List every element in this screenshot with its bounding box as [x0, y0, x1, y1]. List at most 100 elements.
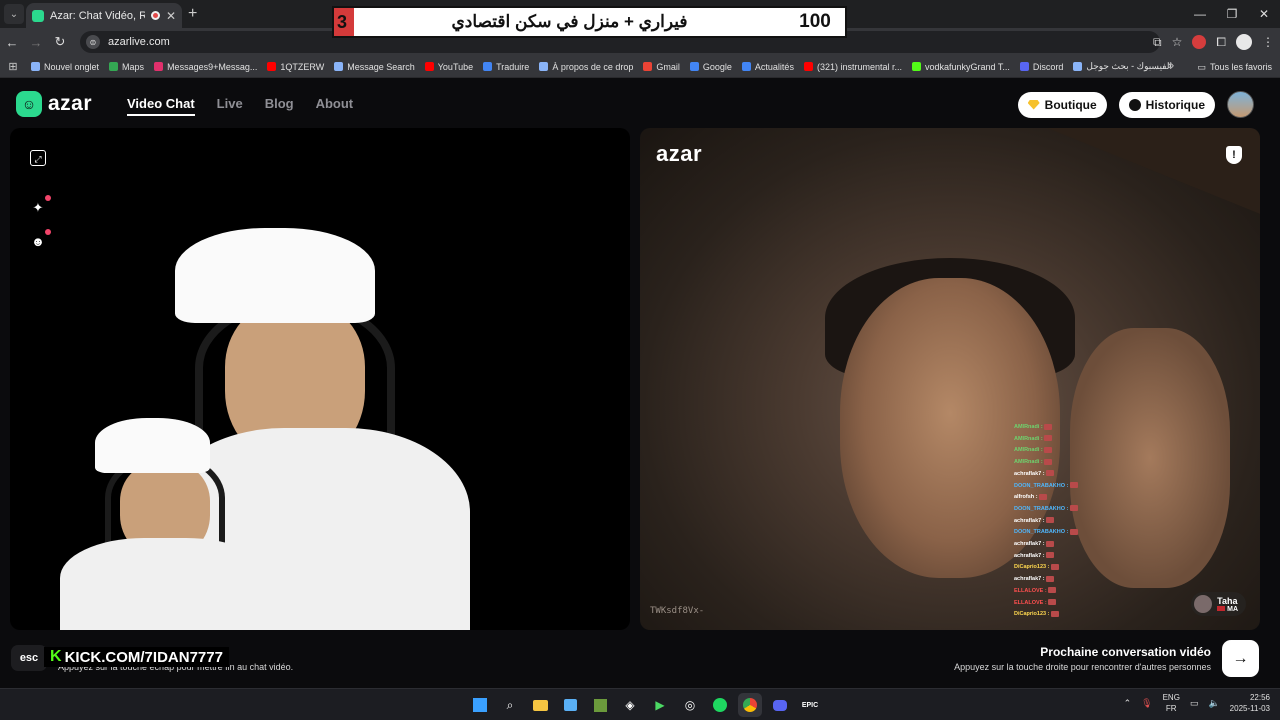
- start-windows-icon[interactable]: [468, 693, 492, 717]
- azar-logo[interactable]: ☺ azar: [16, 91, 92, 117]
- browser-tab-azar[interactable]: Azar: Chat Vidéo, Rencontr... ✕: [26, 3, 182, 28]
- volume-icon[interactable]: 🔈: [1208, 698, 1219, 709]
- extension-icon[interactable]: [1192, 35, 1207, 49]
- network-icon[interactable]: ▭: [1190, 698, 1199, 709]
- minimize-button[interactable]: —: [1184, 0, 1216, 28]
- capcut-icon[interactable]: ◈: [618, 693, 642, 717]
- peer-avatar: [1194, 595, 1213, 613]
- bookmark-favicon-icon: [689, 62, 699, 71]
- bookmark-favicon-icon: [483, 62, 493, 71]
- kick-banner-text: KICK.COM/7IDAN7777: [64, 648, 223, 666]
- discord-icon[interactable]: [768, 693, 792, 717]
- menu-kebab-icon[interactable]: ⋮: [1262, 35, 1274, 49]
- play-store-icon[interactable]: ▶: [648, 693, 672, 717]
- bookmark-label: À propos de ce drop: [552, 61, 634, 72]
- bookmark-item[interactable]: Nouvel onglet: [26, 61, 104, 72]
- microphone-icon[interactable]: 🎙: [1141, 698, 1152, 709]
- bookmark-item[interactable]: vodkafunkyGrand T...: [907, 61, 1015, 72]
- chat-message: DOON_TRABAKHO :: [1014, 504, 1134, 516]
- search-icon[interactable]: ⌕: [498, 693, 522, 717]
- report-icon[interactable]: !: [1226, 146, 1242, 164]
- nav-blog[interactable]: Blog: [265, 96, 294, 116]
- cast-icon[interactable]: ⧉: [1153, 35, 1162, 50]
- bookmark-item[interactable]: Actualités: [737, 61, 799, 72]
- extensions-puzzle-icon[interactable]: ⧠: [1216, 35, 1226, 50]
- bookmark-item[interactable]: Messages9+Messag...: [149, 61, 262, 72]
- chrome-icon[interactable]: [738, 693, 762, 717]
- chat-message: DiCaprio123 :: [1014, 609, 1134, 621]
- shop-button[interactable]: Boutique: [1017, 91, 1107, 118]
- language-indicator[interactable]: ENG FR: [1163, 692, 1180, 714]
- bookmark-label: YouTube: [437, 61, 474, 72]
- restore-button[interactable]: ❐: [1216, 0, 1248, 28]
- tab-title: Azar: Chat Vidéo, Rencontr...: [50, 9, 145, 22]
- small-streamer-chef-hat: [95, 418, 210, 473]
- chat-message: AMIRnadi :: [1014, 457, 1134, 469]
- effects-sparkle-icon[interactable]: ✦: [30, 195, 51, 216]
- site-info-icon[interactable]: ⊜: [86, 35, 100, 49]
- clock[interactable]: 22:56 2025-11-03: [1230, 692, 1270, 714]
- overlay-text: فيراري + منزل في سكن اقتصادي: [451, 12, 688, 31]
- chat-message: achraflak7 :: [1014, 516, 1134, 528]
- chat-message: achraflak7 :: [1014, 469, 1134, 481]
- bookmark-item[interactable]: Maps: [104, 61, 149, 72]
- history-button[interactable]: Historique: [1118, 91, 1215, 118]
- bookmark-item[interactable]: YouTube: [420, 61, 478, 72]
- bookmark-item[interactable]: Traduire: [478, 61, 534, 72]
- bookmark-item[interactable]: الفيسبوك - بحث جوجل: [1068, 61, 1177, 72]
- nav-about[interactable]: About: [316, 96, 354, 116]
- chat-message: AMIRnadi :: [1014, 422, 1134, 434]
- chat-emote-icon: [1044, 435, 1053, 442]
- bookmark-item[interactable]: (321) instrumental r...: [799, 61, 907, 72]
- chat-username: achraflak7 :: [1014, 517, 1045, 524]
- all-bookmarks-button[interactable]: ▭ Tous les favoris: [1197, 56, 1272, 78]
- nav-live[interactable]: Live: [217, 96, 243, 116]
- bookmark-item[interactable]: Gmail: [638, 61, 685, 72]
- close-tab-icon[interactable]: ✕: [166, 9, 176, 23]
- expand-icon[interactable]: ⤢: [30, 150, 46, 166]
- file-explorer-icon[interactable]: [528, 693, 552, 717]
- store-icon[interactable]: [558, 693, 582, 717]
- epic-games-icon[interactable]: EPIC: [798, 693, 822, 717]
- chat-emote-icon: [1046, 517, 1055, 524]
- bookmark-item[interactable]: Google: [685, 61, 737, 72]
- profile-icon[interactable]: [1236, 34, 1252, 50]
- chat-message: alfrofsh :: [1014, 492, 1134, 504]
- chat-emote-icon: [1046, 575, 1055, 582]
- kick-logo-icon: K: [50, 648, 62, 665]
- bookmark-favicon-icon: [741, 62, 751, 71]
- forward-button[interactable]: →: [24, 35, 48, 50]
- nav-video-chat[interactable]: Video Chat: [127, 96, 195, 116]
- tray-overflow-icon[interactable]: ⌃: [1124, 698, 1132, 709]
- chat-emote-icon: [1048, 587, 1057, 594]
- bookmark-label: Message Search: [347, 61, 415, 72]
- bookmark-item[interactable]: Discord: [1015, 61, 1069, 72]
- bookmark-item[interactable]: Message Search: [329, 61, 420, 72]
- reload-button[interactable]: ↻: [48, 34, 72, 50]
- bookmark-star-icon[interactable]: ☆: [1172, 35, 1183, 49]
- back-button[interactable]: ←: [0, 35, 24, 50]
- user-avatar[interactable]: [1227, 91, 1254, 118]
- bookmarks-overflow-icon[interactable]: »: [1168, 60, 1174, 72]
- close-window-button[interactable]: ✕: [1248, 0, 1280, 28]
- esc-key-button[interactable]: esc: [11, 645, 47, 671]
- next-conversation-button[interactable]: →: [1222, 640, 1259, 677]
- bookmark-item[interactable]: À propos de ce drop: [534, 61, 638, 72]
- peer-info-badge[interactable]: Taha MA: [1191, 592, 1246, 616]
- chat-username: alfrofsh :: [1014, 494, 1038, 501]
- bookmark-item[interactable]: 1QTZERW: [262, 61, 329, 72]
- face-filter-icon[interactable]: ☻: [30, 229, 51, 250]
- new-tab-button[interactable]: +: [188, 5, 197, 23]
- obs-icon[interactable]: ◎: [678, 693, 702, 717]
- chat-emote-icon: [1044, 423, 1053, 430]
- chat-message: achraflak7 :: [1014, 551, 1134, 563]
- minecraft-icon[interactable]: [588, 693, 612, 717]
- toolbar-actions: ⧉ ☆ ⧠ ⋮: [1153, 28, 1274, 56]
- tab-search-button[interactable]: ⌄: [4, 4, 24, 24]
- overlay-left-number: 3: [334, 8, 354, 36]
- apps-grid-icon[interactable]: ⊞: [0, 60, 26, 73]
- remote-video-panel: azar ! TWKsdf8Vx- AMIRnadi : AMIRnadi : …: [640, 128, 1260, 630]
- spotify-icon[interactable]: [708, 693, 732, 717]
- chat-username: DOON_TRABAKHO :: [1014, 505, 1069, 512]
- chat-username: DiCaprio123 :: [1014, 564, 1050, 571]
